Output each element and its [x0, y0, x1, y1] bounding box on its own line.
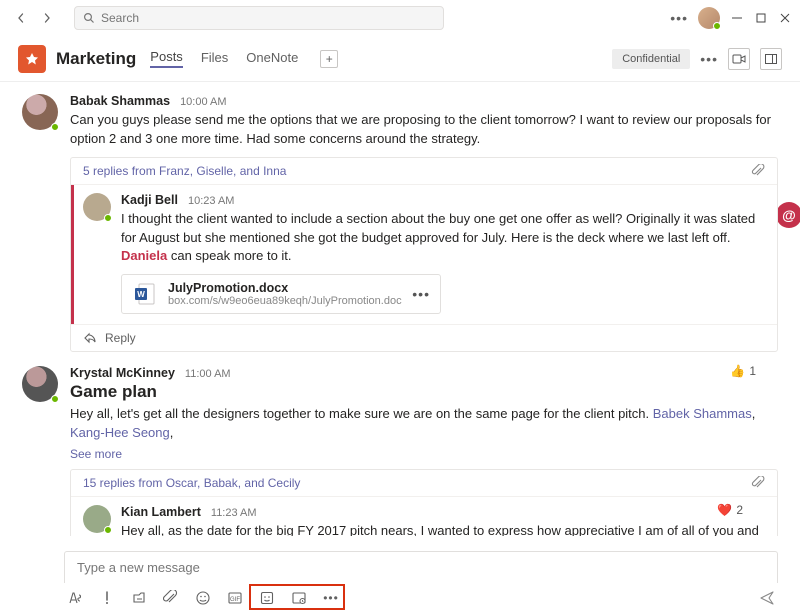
important-marker: [71, 185, 74, 325]
attachment-icon: [751, 164, 765, 178]
post-body: Can you guys please send me the options …: [70, 111, 778, 149]
post-timestamp: 11:00 AM: [185, 368, 231, 380]
format-button[interactable]: [66, 589, 84, 607]
reply-body: Hey all, as the date for the big FY 2017…: [121, 522, 765, 536]
emoji-button[interactable]: [194, 589, 212, 607]
window-maximize-button[interactable]: [754, 11, 768, 25]
at-mention[interactable]: Kang-Hee Seong: [70, 425, 170, 440]
nav-back-button[interactable]: [12, 9, 30, 27]
reaction-thumbs-up[interactable]: 👍 1: [730, 364, 756, 378]
presence-available-icon: [104, 214, 112, 222]
avatar[interactable]: [22, 366, 58, 402]
approvals-button[interactable]: [130, 589, 148, 607]
attachment-icon: [751, 476, 765, 490]
schedule-meeting-button[interactable]: [290, 589, 308, 607]
heart-icon: ❤️: [717, 503, 732, 517]
reply-timestamp: 11:23 AM: [211, 507, 257, 519]
reply-timestamp: 10:23 AM: [188, 195, 234, 207]
mentions-badge[interactable]: @: [776, 202, 800, 228]
add-tab-button[interactable]: +: [320, 50, 338, 68]
window-minimize-button[interactable]: [730, 11, 744, 25]
see-more-link[interactable]: See more: [70, 447, 778, 461]
svg-text:GIF: GIF: [230, 597, 240, 603]
compose-box[interactable]: Type a new message: [64, 551, 778, 583]
file-more-button[interactable]: •••: [412, 286, 430, 302]
avatar[interactable]: [22, 94, 58, 130]
file-name: JulyPromotion.docx: [168, 281, 402, 295]
send-button[interactable]: [758, 589, 776, 607]
team-icon: [18, 45, 46, 73]
search-box[interactable]: [74, 6, 444, 30]
word-doc-icon: W: [132, 281, 158, 307]
nav-forward-button[interactable]: [38, 9, 56, 27]
window-close-button[interactable]: [778, 11, 792, 25]
presence-available-icon: [104, 526, 112, 534]
replies-summary[interactable]: 15 replies from Oscar, Babak, and Cecily: [83, 476, 300, 490]
attach-button[interactable]: [162, 589, 180, 607]
at-mention[interactable]: Daniela: [121, 248, 167, 263]
reply-label: Reply: [105, 331, 136, 345]
sticker-button[interactable]: [258, 589, 276, 607]
svg-text:W: W: [137, 290, 145, 299]
at-mention[interactable]: Babek Shammas: [653, 406, 752, 421]
reaction-count: 1: [749, 364, 756, 378]
thumbs-up-icon: 👍: [730, 364, 745, 378]
post-author[interactable]: Babak Shammas: [70, 94, 170, 108]
tab-files[interactable]: Files: [201, 50, 228, 67]
app-more-button[interactable]: •••: [670, 10, 688, 26]
reaction-heart[interactable]: ❤️ 2: [717, 503, 743, 517]
meet-now-button[interactable]: [728, 48, 750, 70]
post-body: Hey all, let's get all the designers tog…: [70, 405, 778, 443]
reply-icon: [83, 331, 97, 345]
post-author[interactable]: Krystal McKinney: [70, 366, 175, 380]
channel-name: Marketing: [56, 49, 136, 69]
sensitivity-label-button[interactable]: Confidential: [612, 49, 690, 69]
tab-onenote[interactable]: OneNote: [246, 50, 298, 67]
search-icon: [83, 12, 95, 24]
avatar[interactable]: [83, 505, 111, 533]
presence-available-icon: [51, 395, 59, 403]
presence-available-icon: [51, 123, 59, 131]
reply-author[interactable]: Kadji Bell: [121, 193, 178, 207]
presence-available-icon: [713, 22, 721, 30]
giphy-button[interactable]: GIF: [226, 589, 244, 607]
tab-posts[interactable]: Posts: [150, 49, 183, 68]
reply-body: I thought the client wanted to include a…: [121, 210, 765, 267]
reply-author[interactable]: Kian Lambert: [121, 505, 201, 519]
post-timestamp: 10:00 AM: [180, 96, 226, 108]
search-input[interactable]: [101, 11, 435, 25]
reaction-count: 2: [736, 503, 743, 517]
file-path: box.com/s/w9eo6eua89keqh/JulyPromotion.d…: [168, 295, 402, 307]
reply-button[interactable]: Reply: [71, 324, 777, 351]
priority-button[interactable]: [98, 589, 116, 607]
open-pane-button[interactable]: [760, 48, 782, 70]
avatar[interactable]: [83, 193, 111, 221]
post-subject: Game plan: [70, 382, 778, 402]
compose-more-button[interactable]: •••: [322, 589, 340, 607]
file-attachment[interactable]: W JulyPromotion.docx box.com/s/w9eo6eua8…: [121, 274, 441, 314]
channel-more-button[interactable]: •••: [700, 51, 718, 67]
me-avatar[interactable]: [698, 7, 720, 29]
replies-summary[interactable]: 5 replies from Franz, Giselle, and Inna: [83, 164, 286, 178]
